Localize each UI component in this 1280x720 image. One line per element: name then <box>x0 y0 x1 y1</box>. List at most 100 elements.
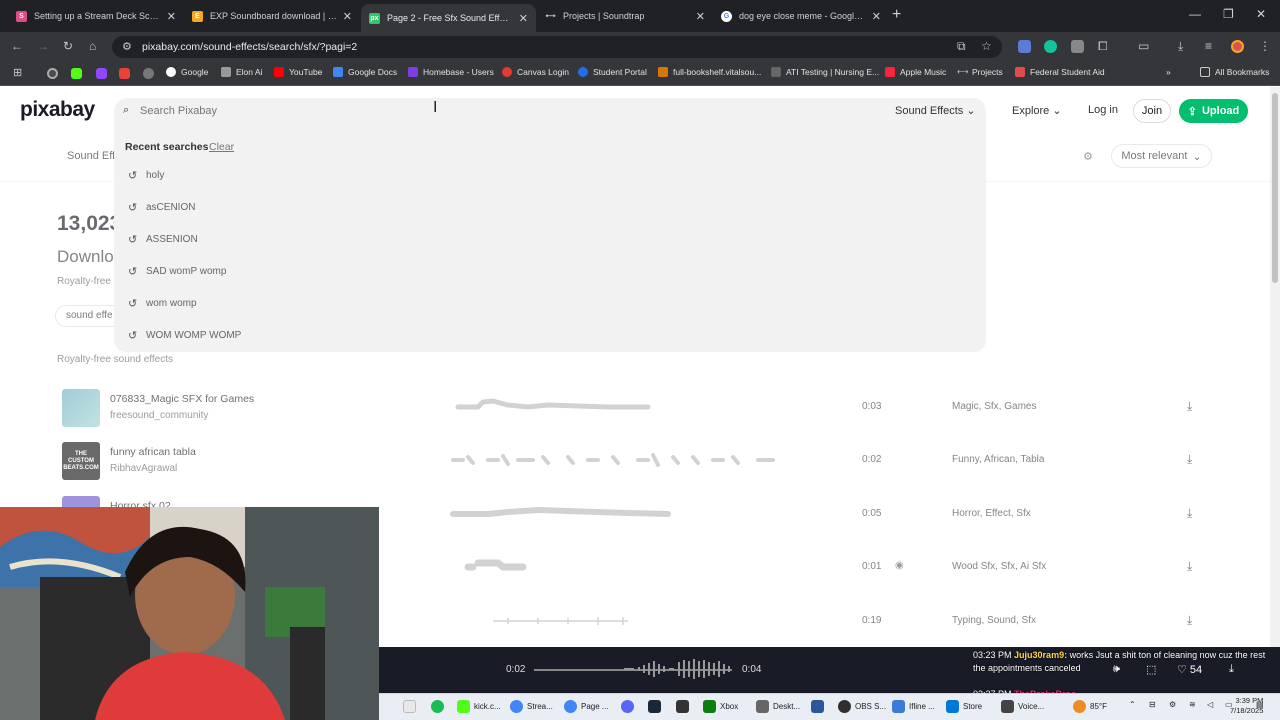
tray-chevron-icon[interactable]: ⌃ <box>1129 700 1136 709</box>
downloads-icon[interactable]: ⤓ <box>1178 39 1183 54</box>
player-waveform[interactable] <box>614 657 734 681</box>
close-icon[interactable]: ✕ <box>696 10 705 23</box>
close-icon[interactable]: ✕ <box>519 12 528 25</box>
volume-icon[interactable]: 🕪 <box>1113 663 1120 676</box>
taskbar-app[interactable] <box>431 700 448 713</box>
tab-favicon-icon: G <box>721 10 732 22</box>
sidebar-icon[interactable]: ▭ <box>1138 39 1149 53</box>
apps-grid-icon[interactable]: ⊞ <box>13 66 22 79</box>
page-scrollbar[interactable] <box>1270 87 1280 647</box>
bookmark-canvas[interactable]: Canvas Login <box>502 67 569 77</box>
media-type-select[interactable]: Sound Effects ⌄ <box>895 104 976 117</box>
taskbar-app[interactable] <box>648 700 665 713</box>
menu-kebab-icon[interactable]: ⋮ <box>1259 39 1271 53</box>
bookmark-youtube[interactable]: YouTube <box>274 67 322 77</box>
site-info-icon[interactable]: ⚙ <box>122 40 132 53</box>
browser-tab[interactable]: G dog eye close meme - Google Sea ✕ <box>713 4 889 28</box>
home-icon[interactable]: ⌂ <box>89 39 96 53</box>
canvas-icon <box>502 67 512 77</box>
install-icon[interactable]: ⧉ <box>957 39 966 54</box>
browser-tab[interactable]: E EXP Soundboard download | Sour ✕ <box>184 4 360 28</box>
clear-recent-button[interactable]: Clear <box>209 141 234 153</box>
bookmark-apple-music[interactable]: Apple Music <box>885 67 946 77</box>
recent-search-item[interactable]: ↺ wom womp <box>128 297 197 310</box>
join-button[interactable]: Join <box>1133 99 1171 123</box>
bookmark-star-icon[interactable]: ☆ <box>981 39 992 53</box>
taskbar-app[interactable]: Deskt... <box>756 700 800 713</box>
recent-search-item[interactable]: ↺ asCENION <box>128 201 195 214</box>
bookmark-google[interactable]: Google <box>166 67 208 77</box>
taskbar-app[interactable]: OBS S... <box>838 700 886 713</box>
maximize-icon[interactable]: ❐ <box>1223 7 1234 21</box>
bookmark-federal-student-aid[interactable]: Federal Student Aid <box>1015 67 1105 77</box>
kick-icon[interactable] <box>71 68 82 79</box>
twitch-icon[interactable] <box>96 68 107 79</box>
taskbar-app[interactable] <box>403 700 420 713</box>
media-icon[interactable]: ≡ <box>1205 39 1212 53</box>
recent-search-item[interactable]: ↺ holy <box>128 169 164 182</box>
taskbar-app[interactable] <box>676 700 693 713</box>
taskbar-app[interactable]: kick.c... <box>457 700 501 713</box>
browser-tab[interactable]: ⟷ Projects | Soundtrap ✕ <box>537 4 713 28</box>
bookmark-elon-ai[interactable]: Elon Ai <box>221 67 262 77</box>
recent-search-text: wom womp <box>146 298 197 309</box>
tab-title: EXP Soundboard download | Sour <box>210 11 337 21</box>
forward-icon[interactable]: → <box>37 39 49 53</box>
upload-button[interactable]: ⇪ Upload <box>1179 99 1248 123</box>
weather-widget[interactable]: 85°F <box>1073 700 1107 713</box>
bookmark-projects[interactable]: ⟷ Projects <box>957 67 1003 77</box>
tray-icon[interactable]: ⊟ <box>1149 700 1156 709</box>
bookmark-vitalsource[interactable]: full-bookshelf.vitalsou... <box>658 67 761 77</box>
close-icon[interactable]: ✕ <box>343 10 352 23</box>
search-input[interactable] <box>140 102 840 120</box>
like-heart-icon[interactable]: ♡ 54 <box>1177 663 1202 676</box>
new-tab-icon[interactable]: + <box>892 6 901 24</box>
taskbar-app[interactable]: Xbox <box>703 700 738 713</box>
system-clock[interactable]: 3:39 PM 7/18/2025 <box>1230 696 1263 716</box>
gmail-icon[interactable] <box>119 68 130 79</box>
taskbar-app[interactable]: Strea... <box>510 700 553 713</box>
all-bookmarks[interactable]: All Bookmarks <box>1200 67 1269 77</box>
bookmark-google-docs[interactable]: Google Docs <box>333 67 397 77</box>
bookmark-student-portal[interactable]: Student Portal <box>578 67 647 77</box>
speaker-icon[interactable]: ◁ <box>1207 700 1213 709</box>
taskbar-app[interactable] <box>811 700 828 713</box>
recent-search-item[interactable]: ↺ WOM WOMP WOMP <box>128 329 241 342</box>
extension-translate-icon[interactable] <box>1018 40 1031 53</box>
recent-search-item[interactable]: ↺ ASSENION <box>128 233 198 246</box>
network-icon[interactable]: ≋ <box>1189 700 1196 709</box>
bookmark-homebase[interactable]: Homebase - Users <box>408 67 494 77</box>
taskbar-app[interactable]: Ifline ... <box>892 700 935 713</box>
more-bookmarks-icon[interactable]: » <box>1166 67 1171 77</box>
player-download-icon[interactable]: ⤓ <box>1229 663 1234 676</box>
bookmark-ati[interactable]: ATI Testing | Nursing E... <box>771 67 879 77</box>
bookmark-icon[interactable]: ⬚ <box>1146 663 1156 676</box>
scrollbar-thumb[interactable] <box>1272 93 1278 283</box>
extension-grammarly-icon[interactable] <box>1044 40 1057 53</box>
taskbar-app[interactable]: Store <box>946 700 982 713</box>
taskbar-app[interactable]: Voice... <box>1001 700 1044 713</box>
taskbar-app[interactable] <box>621 700 638 713</box>
recent-search-item[interactable]: ↺ SAD womP womp <box>128 265 226 278</box>
close-icon[interactable]: ✕ <box>167 10 176 23</box>
tray-settings-icon[interactable]: ⚙ <box>1169 700 1176 709</box>
reload-icon[interactable]: ↻ <box>63 39 73 53</box>
minimize-icon[interactable]: — <box>1189 7 1201 21</box>
extensions-puzzle-icon[interactable]: ⧠ <box>1098 39 1108 54</box>
bookmark-icon[interactable] <box>143 68 154 79</box>
extension-icon[interactable] <box>1071 40 1084 53</box>
taskbar-app[interactable]: Page ... <box>564 700 609 713</box>
window-close-icon[interactable]: ✕ <box>1256 7 1266 21</box>
explore-menu[interactable]: Explore ⌄ <box>1012 104 1062 117</box>
close-icon[interactable]: ✕ <box>872 10 881 23</box>
login-link[interactable]: Log in <box>1088 104 1118 116</box>
address-bar[interactable]: ⚙ pixabay.com/sound-effects/search/sfx/?… <box>112 36 1002 58</box>
tab-title: Projects | Soundtrap <box>563 11 645 21</box>
browser-tab[interactable]: S Setting up a Stream Deck Screens ✕ <box>8 4 184 28</box>
pixabay-logo[interactable]: pixabay <box>20 98 95 122</box>
browser-tab-active[interactable]: px Page 2 - Free Sfx Sound Effects Do ✕ <box>361 4 536 32</box>
profile-avatar[interactable] <box>1231 40 1244 53</box>
all-bookmarks-label: All Bookmarks <box>1215 67 1270 77</box>
back-icon[interactable]: ← <box>11 39 23 53</box>
bookmark-icon[interactable] <box>47 68 58 79</box>
